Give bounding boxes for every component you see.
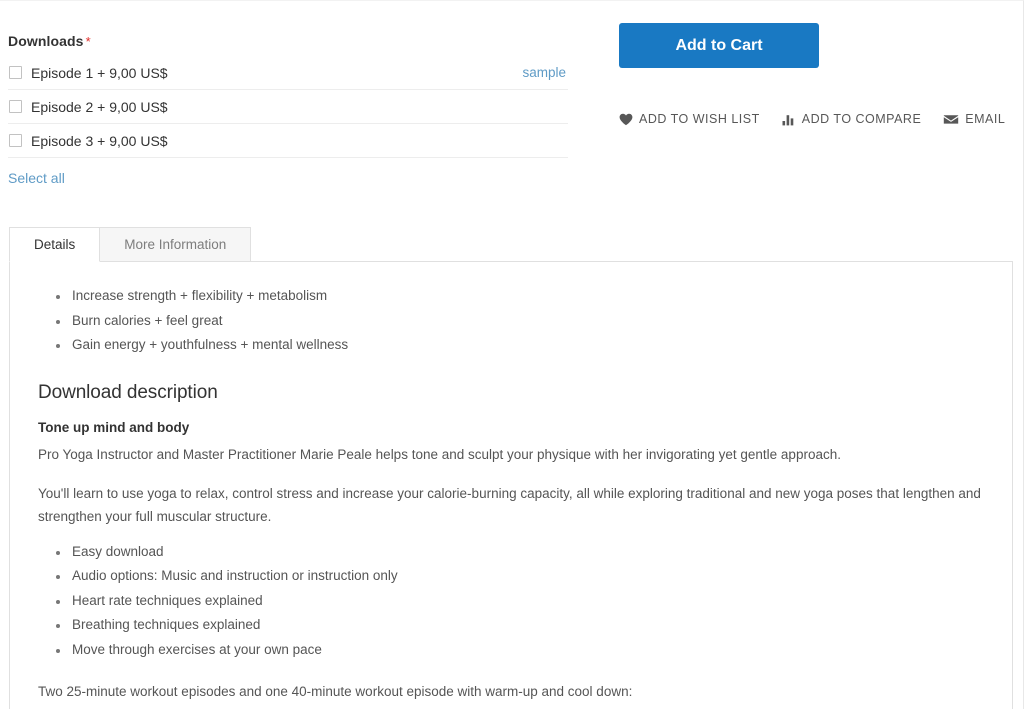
required-asterisk: * [85, 34, 91, 49]
description-paragraph-1: Pro Yoga Instructor and Master Practitio… [38, 446, 841, 462]
downloads-list: Episode 1 + 9,00 US$ sample Episode 2 + … [8, 56, 568, 158]
product-options-area: Downloads * Episode 1 + 9,00 US$ sample E… [0, 1, 1023, 186]
download-option-row[interactable]: Episode 2 + 9,00 US$ [8, 90, 568, 124]
list-item: Breathing techniques explained [70, 613, 984, 638]
downloads-label-text: Downloads [8, 33, 84, 49]
downloads-options-group: Downloads * Episode 1 + 9,00 US$ sample E… [8, 1, 568, 186]
product-page: Downloads * Episode 1 + 9,00 US$ sample E… [0, 0, 1024, 709]
download-option-checkbox[interactable] [9, 66, 22, 79]
list-item: Audio options: Music and instruction or … [70, 564, 984, 589]
download-description-heading: Download description [38, 381, 218, 403]
bar-chart-icon [782, 113, 796, 126]
download-option-checkbox[interactable] [9, 100, 22, 113]
tab-panel-details: Increase strength + flexibility + metabo… [9, 261, 1013, 709]
add-to-wish-list-label: ADD TO WISH LIST [639, 112, 760, 126]
add-to-compare-button[interactable]: ADD TO COMPARE [782, 112, 922, 126]
description-paragraph-2: You'll learn to use yoga to relax, contr… [38, 485, 981, 524]
downloads-label: Downloads * [8, 33, 568, 49]
add-to-wish-list-button[interactable]: ADD TO WISH LIST [619, 112, 760, 126]
list-item: Easy download [70, 540, 984, 565]
tab-strip: Details More Information [9, 227, 1013, 262]
download-option-row[interactable]: Episode 1 + 9,00 US$ sample [8, 56, 568, 90]
email-button[interactable]: EMAIL [943, 112, 1005, 126]
tab-more-information[interactable]: More Information [99, 227, 252, 262]
list-item: Heart rate techniques explained [70, 589, 984, 614]
download-option-label[interactable]: Episode 2 + 9,00 US$ [31, 98, 568, 116]
product-info-tabs: Details More Information Increase streng… [9, 227, 1013, 709]
episodes-intro-text: Two 25-minute workout episodes and one 4… [38, 684, 633, 699]
envelope-icon [943, 113, 959, 126]
list-item: Increase strength + flexibility + metabo… [70, 284, 984, 309]
download-option-label[interactable]: Episode 1 + 9,00 US$ [31, 64, 522, 82]
download-sample-link[interactable]: sample [522, 65, 566, 80]
highlights-list: Increase strength + flexibility + metabo… [38, 284, 984, 358]
select-all-link[interactable]: Select all [8, 170, 65, 186]
list-item: Burn calories + feel great [70, 309, 984, 334]
features-list: Easy download Audio options: Music and i… [38, 540, 984, 663]
tone-up-subheading: Tone up mind and body [38, 419, 190, 435]
download-option-checkbox[interactable] [9, 134, 22, 147]
heart-icon [619, 113, 633, 126]
tab-details[interactable]: Details [9, 227, 101, 262]
add-to-compare-label: ADD TO COMPARE [801, 112, 922, 126]
download-option-label[interactable]: Episode 3 + 9,00 US$ [31, 132, 568, 150]
list-item: Gain energy + youthfulness + mental well… [70, 333, 984, 358]
download-option-row[interactable]: Episode 3 + 9,00 US$ [8, 124, 568, 158]
email-label: EMAIL [965, 112, 1006, 126]
add-to-cart-button[interactable]: Add to Cart [619, 23, 819, 68]
secondary-actions: ADD TO WISH LIST ADD TO COMPARE EMAIL [619, 112, 1019, 126]
list-item: Move through exercises at your own pace [70, 638, 984, 663]
purchase-actions: Add to Cart ADD TO WISH LIST ADD TO COMP… [619, 23, 1019, 126]
